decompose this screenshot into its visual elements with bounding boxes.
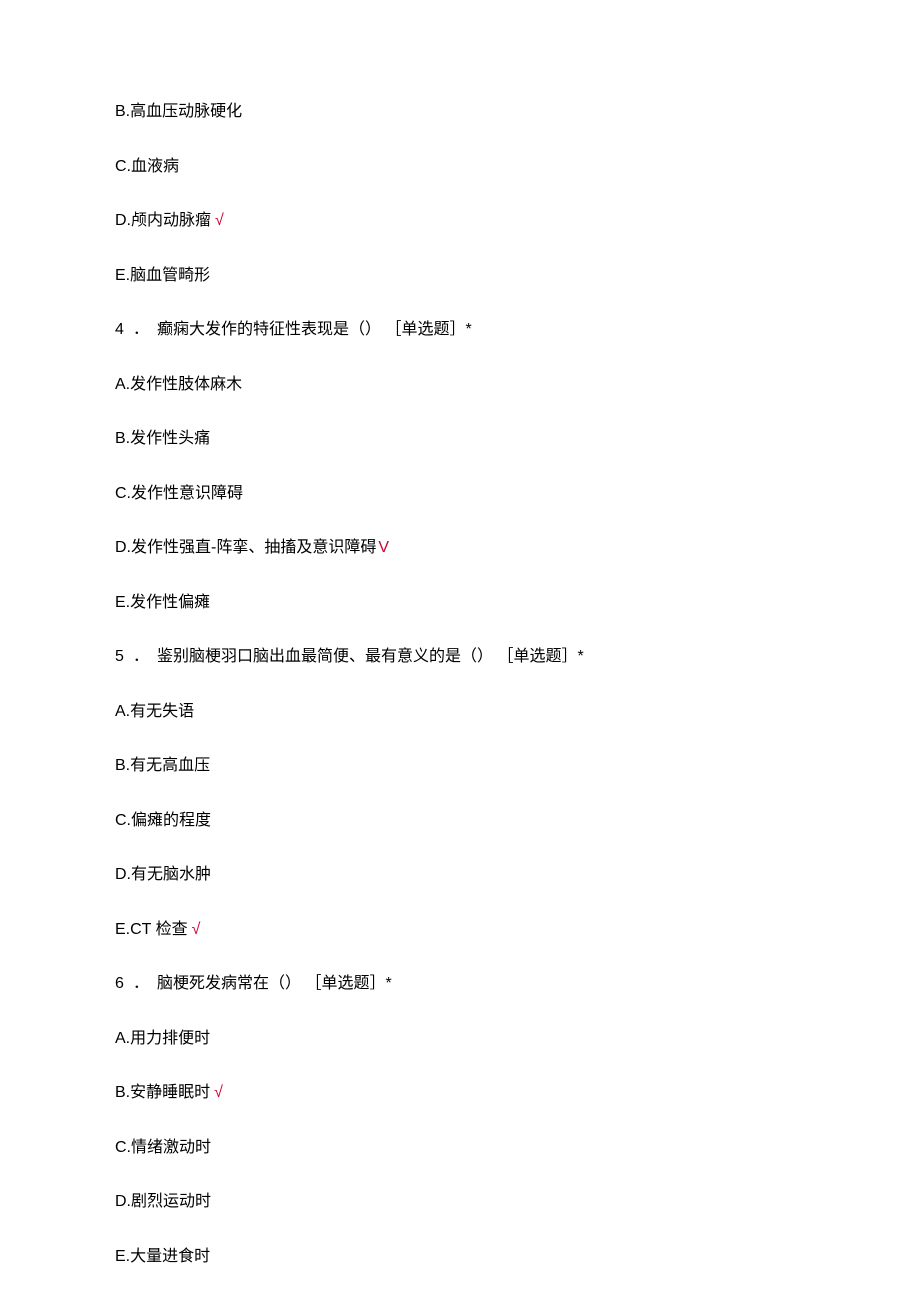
correct-mark-icon: √ bbox=[214, 1084, 223, 1101]
option-e-q3: E.脑血管畸形 bbox=[115, 264, 805, 288]
question-dot: ． bbox=[133, 972, 149, 996]
question-number: 5 bbox=[115, 645, 129, 669]
option-b-q5: B.有无高血压 bbox=[115, 754, 805, 778]
question-number: 6 bbox=[115, 972, 129, 996]
option-text: D.剧烈运动时 bbox=[115, 1193, 211, 1210]
option-text: D.发作性强直-阵挛、抽搐及意识障碍 bbox=[115, 539, 376, 556]
option-a-q5: A.有无失语 bbox=[115, 700, 805, 724]
option-text: B.高血压动脉硬化 bbox=[115, 103, 242, 120]
question-number: 4 bbox=[115, 318, 129, 342]
option-c-q4: C.发作性意识障碍 bbox=[115, 482, 805, 506]
option-text: A.发作性肢体麻木 bbox=[115, 376, 242, 393]
option-text: A.有无失语 bbox=[115, 703, 194, 720]
option-d-q6: D.剧烈运动时 bbox=[115, 1190, 805, 1214]
question-5: 5． 鉴别脑梗羽口脑出血最简便、最有意义的是（） ［单选题］* bbox=[115, 645, 805, 669]
question-text: 鉴别脑梗羽口脑出血最简便、最有意义的是（） ［单选题］* bbox=[157, 648, 584, 665]
option-text: E.CT 检查 bbox=[115, 921, 188, 938]
option-text: B.安静睡眠时 bbox=[115, 1084, 210, 1101]
option-text: E.脑血管畸形 bbox=[115, 267, 210, 284]
question-4: 4． 癫痫大发作的特征性表现是（） ［单选题］* bbox=[115, 318, 805, 342]
option-a-q6: A.用力排便时 bbox=[115, 1027, 805, 1051]
correct-mark-icon: √ bbox=[215, 212, 224, 229]
question-dot: ． bbox=[133, 318, 149, 342]
option-e-q6: E.大量进食时 bbox=[115, 1245, 805, 1269]
option-text: E.发作性偏瘫 bbox=[115, 594, 210, 611]
option-text: D.颅内动脉瘤 bbox=[115, 212, 211, 229]
option-b-q3: B.高血压动脉硬化 bbox=[115, 100, 805, 124]
question-text: 脑梗死发病常在（） ［单选题］* bbox=[157, 975, 392, 992]
option-b-q6: B.安静睡眠时√ bbox=[115, 1081, 805, 1105]
option-e-q4: E.发作性偏瘫 bbox=[115, 591, 805, 615]
option-text: C.情绪激动时 bbox=[115, 1139, 211, 1156]
option-e-q5: E.CT 检查√ bbox=[115, 918, 805, 942]
option-text: C.发作性意识障碍 bbox=[115, 485, 243, 502]
option-c-q5: C.偏瘫的程度 bbox=[115, 809, 805, 833]
option-c-q6: C.情绪激动时 bbox=[115, 1136, 805, 1160]
option-c-q3: C.血液病 bbox=[115, 155, 805, 179]
question-6: 6． 脑梗死发病常在（） ［单选题］* bbox=[115, 972, 805, 996]
option-d-q5: D.有无脑水肿 bbox=[115, 863, 805, 887]
option-text: B.发作性头痛 bbox=[115, 430, 210, 447]
option-text: C.血液病 bbox=[115, 158, 179, 175]
option-text: C.偏瘫的程度 bbox=[115, 812, 211, 829]
option-text: A.用力排便时 bbox=[115, 1030, 210, 1047]
question-text: 癫痫大发作的特征性表现是（） ［单选题］* bbox=[157, 321, 472, 338]
question-dot: ． bbox=[133, 645, 149, 669]
option-d-q3: D.颅内动脉瘤√ bbox=[115, 209, 805, 233]
option-text: E.大量进食时 bbox=[115, 1248, 210, 1265]
option-text: B.有无高血压 bbox=[115, 757, 210, 774]
correct-mark-icon: √ bbox=[192, 921, 201, 938]
option-a-q4: A.发作性肢体麻木 bbox=[115, 373, 805, 397]
option-b-q4: B.发作性头痛 bbox=[115, 427, 805, 451]
option-text: D.有无脑水肿 bbox=[115, 866, 211, 883]
correct-mark-icon: V bbox=[378, 539, 389, 556]
option-d-q4: D.发作性强直-阵挛、抽搐及意识障碍V bbox=[115, 536, 805, 560]
